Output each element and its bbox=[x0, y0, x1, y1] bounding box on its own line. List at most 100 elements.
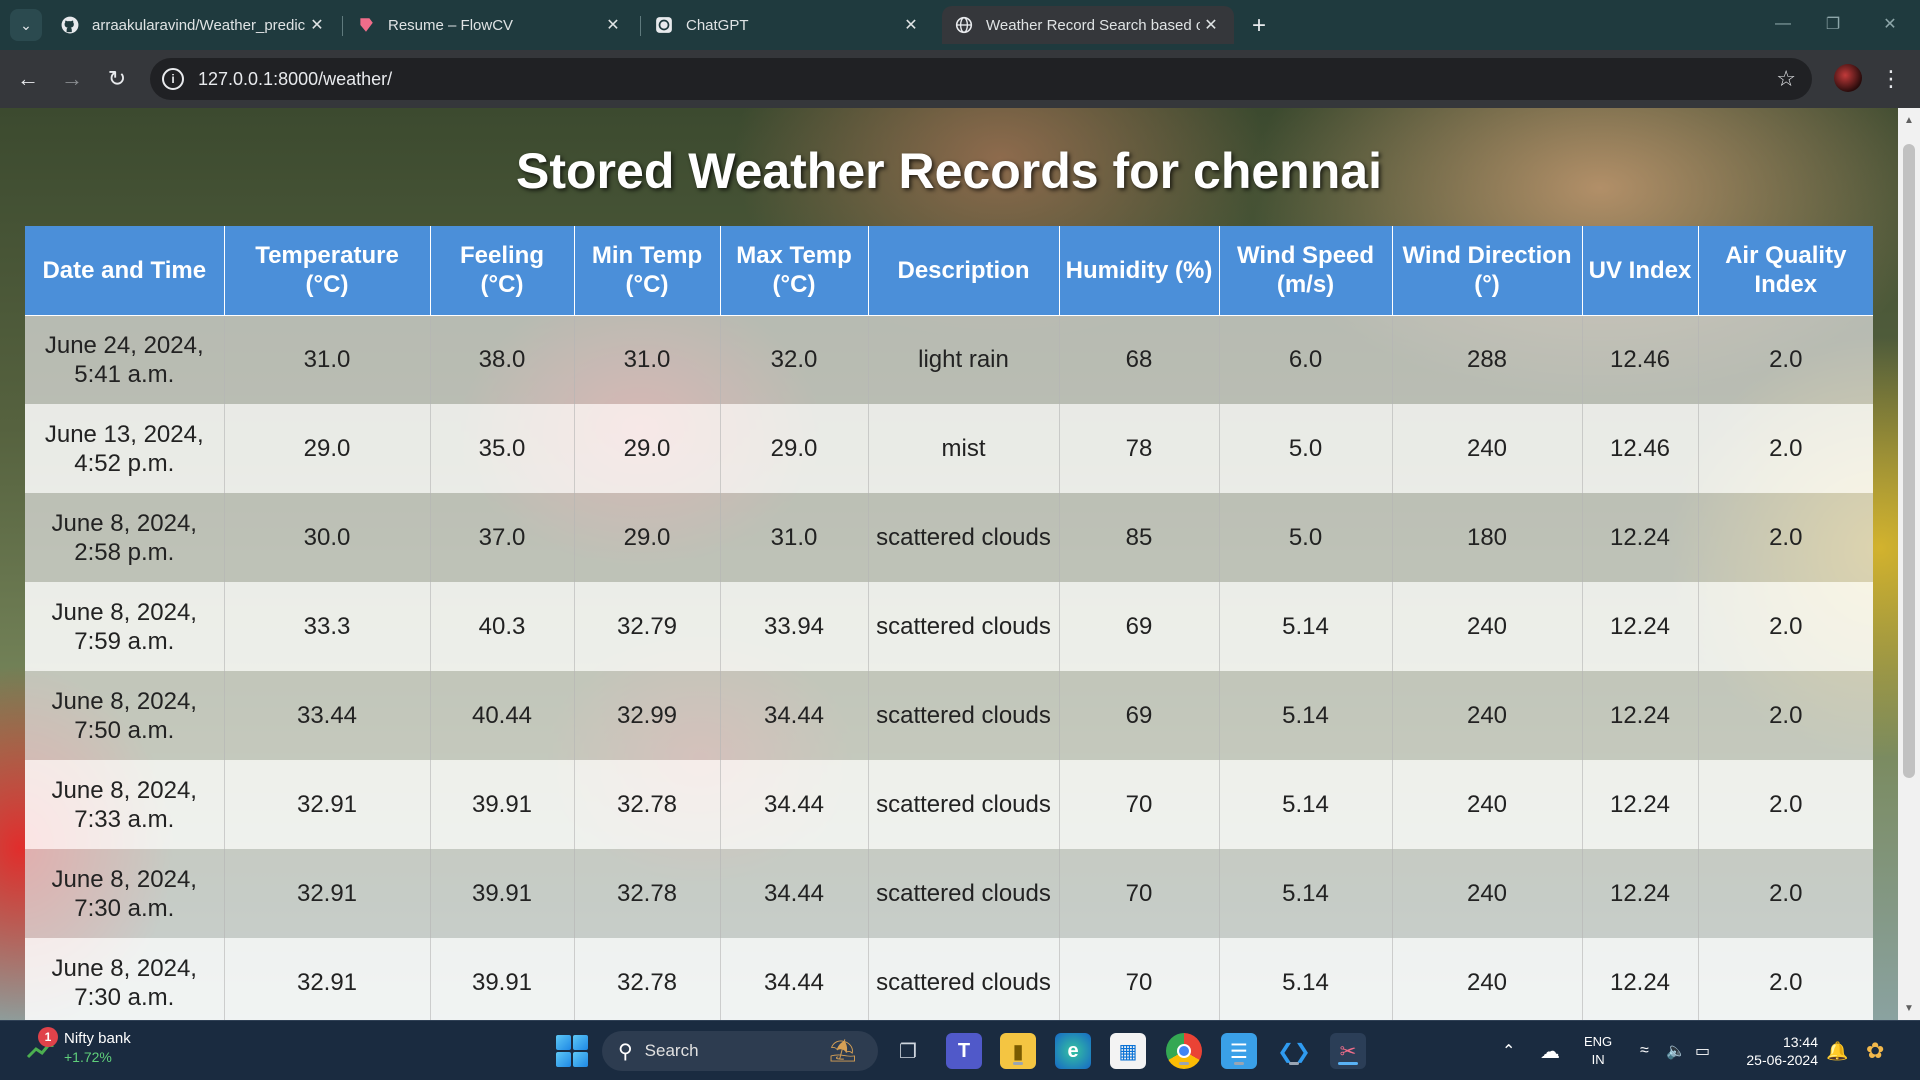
cell-max-temp: 34.44 bbox=[719, 760, 868, 849]
cell-min-temp: 29.0 bbox=[573, 404, 720, 493]
back-arrow-icon[interactable]: ← bbox=[13, 64, 43, 94]
cell-max-temp: 29.0 bbox=[719, 404, 868, 493]
tab-github[interactable]: arraakularavind/Weather_predic ✕ bbox=[48, 6, 340, 44]
weather-records-table-container: Date and Time Temperature (°C) Feeling (… bbox=[25, 226, 1873, 1020]
scroll-down-arrow-icon[interactable]: ▼ bbox=[1903, 1002, 1915, 1014]
cell-wind-speed: 5.0 bbox=[1218, 493, 1392, 582]
column-header-min-temp: Min Temp (°C) bbox=[573, 226, 721, 316]
site-info-icon[interactable]: i bbox=[162, 68, 184, 90]
language-indicator[interactable]: ENG IN bbox=[1584, 1033, 1612, 1069]
show-hidden-icons-chevron-icon[interactable]: ⌃ bbox=[1502, 1021, 1515, 1080]
minimize-icon[interactable]: — bbox=[1763, 10, 1803, 38]
cell-wind-speed: 6.0 bbox=[1218, 315, 1392, 404]
teams-icon[interactable]: T bbox=[946, 1033, 982, 1069]
search-icon: ⚲ bbox=[618, 1040, 633, 1063]
address-bar[interactable]: i 127.0.0.1:8000/weather/ ☆ bbox=[150, 58, 1812, 100]
task-view-icon[interactable]: ❐ bbox=[890, 1033, 926, 1069]
cell-uv-index: 12.24 bbox=[1581, 493, 1698, 582]
cell-temperature: 31.0 bbox=[223, 315, 430, 404]
windows-start-icon[interactable] bbox=[556, 1035, 588, 1067]
stock-widget[interactable]: 1 Nifty bank +1.72% bbox=[26, 1027, 131, 1067]
notification-bell-icon[interactable]: 🔔 bbox=[1826, 1021, 1848, 1080]
cell-wind-speed: 5.14 bbox=[1218, 760, 1392, 849]
column-header-uv-index: UV Index bbox=[1581, 226, 1699, 316]
cell-feeling: 39.91 bbox=[429, 849, 574, 938]
stock-chart-icon: 1 bbox=[26, 1027, 58, 1063]
table-row: June 8, 2024, 7:50 a.m. 33.44 40.44 32.99 34… bbox=[25, 671, 1873, 760]
tab-title: ChatGPT bbox=[686, 16, 749, 34]
cell-humidity: 68 bbox=[1058, 315, 1219, 404]
forward-arrow-icon[interactable]: → bbox=[57, 64, 87, 94]
notification-badge: 1 bbox=[38, 1027, 58, 1047]
browser-toolbar: ← → ↻ i 127.0.0.1:8000/weather/ ☆ ⋮ bbox=[0, 50, 1920, 108]
tab-separator bbox=[342, 16, 343, 36]
restore-icon[interactable]: ❐ bbox=[1813, 10, 1853, 38]
scroll-up-arrow-icon[interactable]: ▲ bbox=[1903, 114, 1915, 126]
close-icon[interactable]: ✕ bbox=[306, 14, 328, 36]
close-icon[interactable]: ✕ bbox=[900, 14, 922, 36]
reload-icon[interactable]: ↻ bbox=[102, 64, 132, 94]
cell-air-quality-index: 2.0 bbox=[1697, 938, 1873, 1020]
cell-date-time: June 13, 2024, 4:52 p.m. bbox=[25, 404, 224, 493]
cell-temperature: 33.3 bbox=[223, 582, 430, 671]
new-tab-plus-icon[interactable]: + bbox=[1245, 12, 1273, 40]
tab-flowcv[interactable]: Resume – FlowCV ✕ bbox=[344, 6, 636, 44]
cell-wind-direction: 180 bbox=[1391, 493, 1582, 582]
flowcv-icon bbox=[356, 15, 376, 35]
taskbar-search-box[interactable]: ⚲ Search ⛱ bbox=[602, 1031, 878, 1071]
cell-description: scattered clouds bbox=[867, 671, 1059, 760]
cell-max-temp: 32.0 bbox=[719, 315, 868, 404]
cell-humidity: 78 bbox=[1058, 404, 1219, 493]
cell-max-temp: 31.0 bbox=[719, 493, 868, 582]
tab-chatgpt[interactable]: ChatGPT ✕ bbox=[642, 6, 934, 44]
cell-max-temp: 33.94 bbox=[719, 582, 868, 671]
url-text[interactable]: 127.0.0.1:8000/weather/ bbox=[198, 69, 392, 90]
cell-wind-speed: 5.14 bbox=[1218, 849, 1392, 938]
cell-description: light rain bbox=[867, 315, 1059, 404]
wifi-icon[interactable]: ≈ bbox=[1640, 1021, 1649, 1080]
cell-humidity: 70 bbox=[1058, 849, 1219, 938]
bookmark-star-icon[interactable]: ☆ bbox=[1776, 66, 1796, 92]
vscode-icon[interactable]: ❮❯ bbox=[1276, 1033, 1312, 1069]
profile-avatar[interactable] bbox=[1834, 64, 1862, 92]
close-icon[interactable]: ✕ bbox=[1200, 14, 1222, 36]
cell-description: mist bbox=[867, 404, 1059, 493]
store-icon[interactable]: ▦ bbox=[1110, 1033, 1146, 1069]
cell-temperature: 30.0 bbox=[223, 493, 430, 582]
tab-separator bbox=[640, 16, 641, 36]
onedrive-cloud-icon[interactable]: ☁ bbox=[1540, 1021, 1560, 1080]
chrome-icon[interactable] bbox=[1166, 1033, 1202, 1069]
edge-icon[interactable]: e bbox=[1055, 1033, 1091, 1069]
menu-kebab-icon[interactable]: ⋮ bbox=[1880, 64, 1902, 94]
volume-icon[interactable]: 🔈 bbox=[1666, 1021, 1686, 1080]
snipping-tool-icon[interactable]: ✂ bbox=[1330, 1033, 1366, 1069]
page-scrollbar[interactable]: ▲ ▼ bbox=[1898, 108, 1920, 1020]
scrollbar-thumb[interactable] bbox=[1903, 144, 1915, 778]
chatgpt-icon bbox=[654, 15, 674, 35]
page-viewport: Stored Weather Records for chennai Date … bbox=[0, 108, 1898, 1020]
cell-feeling: 39.91 bbox=[429, 760, 574, 849]
weather-records-table: Date and Time Temperature (°C) Feeling (… bbox=[25, 226, 1873, 1020]
table-row: June 24, 2024, 5:41 a.m. 31.0 38.0 31.0 32.0… bbox=[25, 315, 1873, 404]
tab-search-chevron-icon[interactable]: ⌄ bbox=[10, 9, 42, 41]
system-clock[interactable]: 13:44 25-06-2024 bbox=[1738, 1033, 1818, 1069]
column-header-humidity: Humidity (%) bbox=[1058, 226, 1220, 316]
cell-min-temp: 29.0 bbox=[573, 493, 720, 582]
cell-date-time: June 8, 2024, 7:33 a.m. bbox=[25, 760, 224, 849]
folder-icon[interactable]: ▮ bbox=[1000, 1033, 1036, 1069]
cell-uv-index: 12.24 bbox=[1581, 582, 1698, 671]
notepad-icon[interactable]: ☰ bbox=[1221, 1033, 1257, 1069]
close-icon[interactable]: ✕ bbox=[602, 14, 624, 36]
copilot-icon[interactable]: ✿ bbox=[1866, 1021, 1884, 1080]
stock-name: Nifty bank bbox=[64, 1030, 131, 1047]
cell-humidity: 70 bbox=[1058, 760, 1219, 849]
window-close-icon[interactable]: ✕ bbox=[1870, 10, 1910, 38]
cell-temperature: 29.0 bbox=[223, 404, 430, 493]
cell-max-temp: 34.44 bbox=[719, 849, 868, 938]
column-header-wind-direction: Wind Direction (°) bbox=[1391, 226, 1583, 316]
tab-weather-record-search[interactable]: Weather Record Search based o ✕ bbox=[942, 6, 1234, 44]
battery-icon[interactable]: ▭ bbox=[1695, 1021, 1710, 1080]
cell-min-temp: 32.79 bbox=[573, 582, 720, 671]
cell-description: scattered clouds bbox=[867, 938, 1059, 1020]
column-header-wind-speed: Wind Speed (m/s) bbox=[1218, 226, 1393, 316]
